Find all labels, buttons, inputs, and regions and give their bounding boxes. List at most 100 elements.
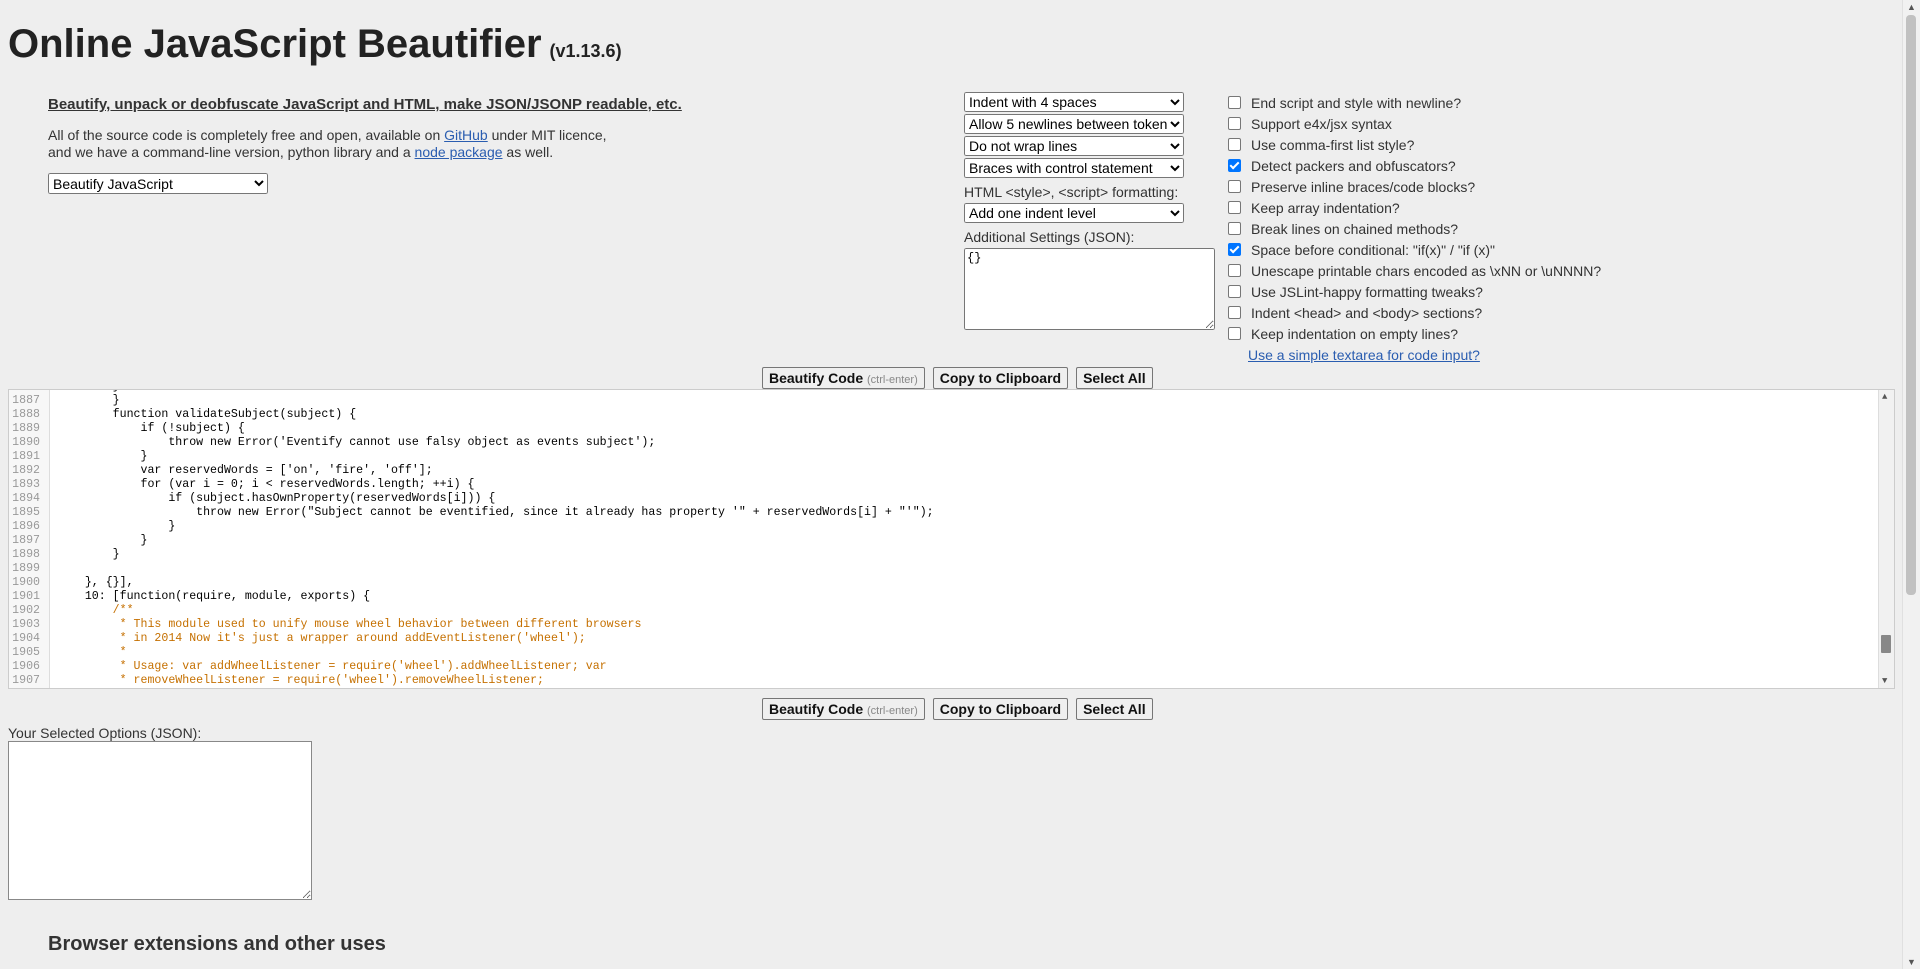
checkbox[interactable] bbox=[1228, 306, 1241, 319]
scroll-down-arrow-icon[interactable]: ▼ bbox=[1882, 676, 1887, 686]
checkbox[interactable] bbox=[1228, 285, 1241, 298]
code-text: 10: [function(require, module, exports) … bbox=[57, 590, 371, 603]
line-number: 1891 bbox=[12, 450, 40, 463]
github-link[interactable]: GitHub bbox=[444, 127, 488, 143]
code-line: 1901 10: [function(require, module, expo… bbox=[9, 590, 1869, 604]
desc-text: and we have a command-line version, pyth… bbox=[48, 144, 415, 160]
code-text: /** bbox=[57, 604, 134, 617]
code-text: } bbox=[57, 548, 120, 561]
code-line: 1892 var reservedWords = ['on', 'fire', … bbox=[9, 464, 1869, 478]
checkbox-option[interactable]: Keep array indentation? bbox=[1228, 197, 1668, 218]
checkbox-option[interactable]: Keep indentation on empty lines? bbox=[1228, 323, 1668, 344]
code-editor[interactable]: ▲ ▼ 1886 }1887 }1888 function validateSu… bbox=[8, 389, 1895, 689]
checkbox[interactable] bbox=[1228, 96, 1241, 109]
checkbox-option[interactable]: Use JSLint-happy formatting tweaks? bbox=[1228, 281, 1668, 302]
scroll-up-arrow-icon[interactable]: ▲ bbox=[1907, 2, 1916, 12]
checkbox-option[interactable]: Detect packers and obfuscators? bbox=[1228, 155, 1668, 176]
code-line: 1900 }, {}], bbox=[9, 576, 1869, 590]
checkbox[interactable] bbox=[1228, 159, 1241, 172]
checkbox-label: Unescape printable chars encoded as \xNN… bbox=[1251, 262, 1602, 279]
line-number: 1894 bbox=[12, 492, 40, 505]
checkbox-option[interactable]: Break lines on chained methods? bbox=[1228, 218, 1668, 239]
formatting-options: Indent with 4 spaces Allow 5 newlines be… bbox=[964, 92, 1215, 334]
line-number: 1887 bbox=[12, 394, 40, 407]
checkbox-label: Use JSLint-happy formatting tweaks? bbox=[1251, 283, 1483, 300]
checkbox-option[interactable]: Use comma-first list style? bbox=[1228, 134, 1668, 155]
braces-select[interactable]: Braces with control statement bbox=[964, 158, 1184, 178]
checkbox[interactable] bbox=[1228, 243, 1241, 256]
simple-textarea-link[interactable]: Use a simple textarea for code input? bbox=[1248, 347, 1668, 363]
line-number: 1889 bbox=[12, 422, 40, 435]
line-number: 1896 bbox=[12, 520, 40, 533]
scroll-up-arrow-icon[interactable]: ▲ bbox=[1882, 392, 1887, 402]
code-line: 1896 } bbox=[9, 520, 1869, 534]
checkbox-label: Keep array indentation? bbox=[1251, 199, 1400, 216]
wrap-select[interactable]: Do not wrap lines bbox=[964, 136, 1184, 156]
tagline: Beautify, unpack or deobfuscate JavaScri… bbox=[48, 96, 682, 113]
page-scroll-thumb[interactable] bbox=[1906, 15, 1916, 595]
code-line: 1904 * in 2014 Now it's just a wrapper a… bbox=[9, 632, 1869, 646]
checkbox-option[interactable]: Support e4x/jsx syntax bbox=[1228, 113, 1668, 134]
checkbox-option[interactable]: Space before conditional: "if(x)" / "if … bbox=[1228, 239, 1668, 260]
page-title: Online JavaScript Beautifier (v1.13.6) bbox=[8, 22, 622, 67]
checkbox-option[interactable]: Indent <head> and <body> sections? bbox=[1228, 302, 1668, 323]
shortcut-hint: (ctrl-enter) bbox=[867, 374, 918, 386]
code-line: 1897 } bbox=[9, 534, 1869, 548]
code-text: if (subject.hasOwnProperty(reservedWords… bbox=[57, 492, 496, 505]
code-line: 1905 * bbox=[9, 646, 1869, 660]
code-line: 1893 for (var i = 0; i < reservedWords.l… bbox=[9, 478, 1869, 492]
line-number: 1905 bbox=[12, 646, 40, 659]
checkbox-label: Keep indentation on empty lines? bbox=[1251, 325, 1459, 342]
checkbox-option[interactable]: Unescape printable chars encoded as \xNN… bbox=[1228, 260, 1668, 281]
copy-clipboard-button[interactable]: Copy to Clipboard bbox=[932, 698, 1069, 720]
additional-settings-textarea[interactable]: {} bbox=[964, 248, 1215, 330]
beautify-button[interactable]: Beautify Code (ctrl-enter) bbox=[762, 367, 925, 389]
code-line: 1907 * removeWheelListener = require('wh… bbox=[9, 674, 1869, 688]
checkbox-option[interactable]: Preserve inline braces/code blocks? bbox=[1228, 176, 1668, 197]
node-package-link[interactable]: node package bbox=[415, 144, 503, 160]
select-all-button[interactable]: Select All bbox=[1076, 698, 1153, 720]
checkbox[interactable] bbox=[1228, 180, 1241, 193]
checkbox-label: Use comma-first list style? bbox=[1251, 136, 1415, 153]
checkbox[interactable] bbox=[1228, 117, 1241, 130]
copy-clipboard-button[interactable]: Copy to Clipboard bbox=[932, 367, 1069, 389]
checkbox-option[interactable]: End script and style with newline? bbox=[1228, 92, 1668, 113]
code-text: * removeWheelListener = require('wheel')… bbox=[57, 674, 545, 687]
line-number: 1899 bbox=[12, 562, 40, 575]
desc-text: under MIT licence, bbox=[487, 127, 607, 143]
code-line: 1888 function validateSubject(subject) { bbox=[9, 408, 1869, 422]
editor-scrollbar[interactable]: ▲ ▼ bbox=[1878, 390, 1894, 688]
selected-options-textarea[interactable] bbox=[8, 741, 312, 900]
code-line: 1906 * Usage: var addWheelListener = req… bbox=[9, 660, 1869, 674]
code-text: * bbox=[57, 646, 127, 659]
checkbox-label: Support e4x/jsx syntax bbox=[1251, 115, 1392, 132]
code-line: 1895 throw new Error("Subject cannot be … bbox=[9, 506, 1869, 520]
editor-scroll-thumb[interactable] bbox=[1881, 634, 1891, 653]
code-text: throw new Error('Eventify cannot use fal… bbox=[57, 436, 656, 449]
page-scrollbar[interactable]: ▲ ▼ bbox=[1902, 0, 1920, 969]
top-button-bar: Beautify Code (ctrl-enter) Copy to Clipb… bbox=[762, 367, 1153, 389]
code-text: function validateSubject(subject) { bbox=[57, 408, 357, 421]
checkbox[interactable] bbox=[1228, 264, 1241, 277]
select-all-button[interactable]: Select All bbox=[1076, 367, 1153, 389]
indent-select[interactable]: Indent with 4 spaces bbox=[964, 92, 1184, 112]
checkbox[interactable] bbox=[1228, 138, 1241, 151]
beautify-button[interactable]: Beautify Code (ctrl-enter) bbox=[762, 698, 925, 720]
language-mode-select[interactable]: Beautify JavaScript bbox=[48, 173, 268, 194]
code-text: for (var i = 0; i < reservedWords.length… bbox=[57, 478, 475, 491]
code-text: * This module used to unify mouse wheel … bbox=[57, 618, 642, 631]
line-number: 1904 bbox=[12, 632, 40, 645]
code-line: 1889 if (!subject) { bbox=[9, 422, 1869, 436]
checkbox[interactable] bbox=[1228, 222, 1241, 235]
checkbox[interactable] bbox=[1228, 201, 1241, 214]
scroll-down-arrow-icon[interactable]: ▼ bbox=[1907, 957, 1916, 967]
code-line: 1898 } bbox=[9, 548, 1869, 562]
line-number: 1900 bbox=[12, 576, 40, 589]
html-formatting-select[interactable]: Add one indent level bbox=[964, 203, 1184, 223]
checkbox-label: Break lines on chained methods? bbox=[1251, 220, 1459, 237]
line-number: 1906 bbox=[12, 660, 40, 673]
checkbox-label: End script and style with newline? bbox=[1251, 94, 1462, 111]
extensions-heading: Browser extensions and other uses bbox=[48, 933, 386, 955]
checkbox[interactable] bbox=[1228, 327, 1241, 340]
newlines-select[interactable]: Allow 5 newlines between tokens bbox=[964, 114, 1184, 134]
